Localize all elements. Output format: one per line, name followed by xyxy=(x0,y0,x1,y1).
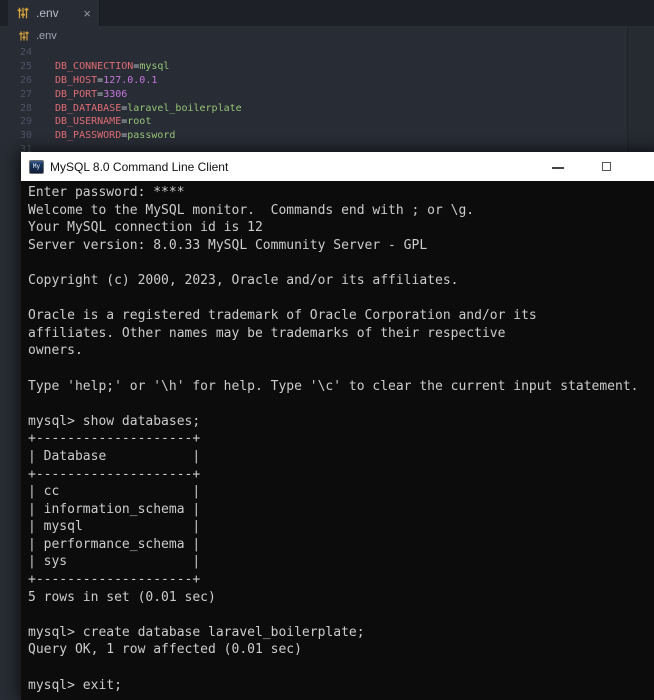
window-title: MySQL 8.0 Command Line Client xyxy=(50,160,228,174)
breadcrumb[interactable]: .env xyxy=(0,26,654,46)
code-text: DB_PASSWORD=password xyxy=(55,130,175,141)
line-number: 25 xyxy=(0,61,32,72)
code-text: DB_HOST=127.0.0.1 xyxy=(55,75,157,86)
terminal-line: Type 'help;' or '\h' for help. Type '\c'… xyxy=(28,379,654,397)
terminal-line xyxy=(28,607,654,625)
terminal-line: mysql> create database laravel_boilerpla… xyxy=(28,625,654,643)
terminal-line xyxy=(28,396,654,414)
mysql-titlebar[interactable]: My MySQL 8.0 Command Line Client xyxy=(21,152,654,181)
code-line: 27 DB_PORT=3306 xyxy=(0,87,627,101)
code-text: DB_DATABASE=laravel_boilerplate xyxy=(55,103,242,114)
terminal-line: | sys | xyxy=(28,554,654,572)
code-text: DB_PORT=3306 xyxy=(55,89,127,100)
code-line: 24 xyxy=(0,46,627,60)
terminal-line: Copyright (c) 2000, 2023, Oracle and/or … xyxy=(28,273,654,291)
terminal-line xyxy=(28,361,654,379)
breadcrumb-label: .env xyxy=(36,30,57,42)
line-number: 30 xyxy=(0,130,32,141)
code-line: 29 DB_USERNAME=root xyxy=(0,115,627,129)
terminal-line: | mysql | xyxy=(28,519,654,537)
line-number: 27 xyxy=(0,89,32,100)
minimize-icon[interactable] xyxy=(552,167,564,169)
terminal-line: | cc | xyxy=(28,484,654,502)
terminal-line: Welcome to the MySQL monitor. Commands e… xyxy=(28,203,654,221)
terminal-output[interactable]: Enter password: ****Welcome to the MySQL… xyxy=(21,181,654,700)
terminal-line: | information_schema | xyxy=(28,502,654,520)
terminal-line xyxy=(28,660,654,678)
tab-env[interactable]: .env × xyxy=(8,0,100,26)
code-line: 30 DB_PASSWORD=password xyxy=(0,129,627,143)
terminal-line: +--------------------+ xyxy=(28,572,654,590)
terminal-line xyxy=(28,255,654,273)
line-number: 28 xyxy=(0,103,32,114)
terminal-line: | performance_schema | xyxy=(28,537,654,555)
code-line: 25 DB_CONNECTION=mysql xyxy=(0,60,627,74)
terminal-line: Oracle is a registered trademark of Orac… xyxy=(28,308,654,326)
terminal-line: mysql> show databases; xyxy=(28,414,654,432)
code-text: DB_CONNECTION=mysql xyxy=(55,61,169,72)
tab-close-icon[interactable]: × xyxy=(83,7,91,20)
maximize-icon[interactable] xyxy=(602,162,611,171)
terminal-line: Query OK, 1 row affected (0.01 sec) xyxy=(28,642,654,660)
code-text: DB_USERNAME=root xyxy=(55,116,151,127)
terminal-line: +--------------------+ xyxy=(28,431,654,449)
terminal-line: affiliates. Other names may be trademark… xyxy=(28,326,654,344)
terminal-line: +--------------------+ xyxy=(28,467,654,485)
terminal-line: owners. xyxy=(28,343,654,361)
code-line: 26 DB_HOST=127.0.0.1 xyxy=(0,74,627,88)
line-number: 24 xyxy=(0,47,32,58)
terminal-line: 5 rows in set (0.01 sec) xyxy=(28,590,654,608)
line-number: 26 xyxy=(0,75,32,86)
line-number: 29 xyxy=(0,116,32,127)
terminal-line: mysql> exit; xyxy=(28,678,654,696)
editor-tab-bar: .env × xyxy=(0,0,654,26)
mysql-console-icon: My xyxy=(29,160,44,174)
breadcrumb-env-icon xyxy=(18,30,30,42)
terminal-line: Enter password: **** xyxy=(28,185,654,203)
code-lines[interactable]: 24 25 DB_CONNECTION=mysql 26 DB_HOST=127.0.0… xyxy=(0,46,627,156)
tab-label: .env xyxy=(36,6,83,20)
mysql-window: My MySQL 8.0 Command Line Client Enter p… xyxy=(21,152,654,700)
terminal-line: | Database | xyxy=(28,449,654,467)
terminal-line: Your MySQL connection id is 12 xyxy=(28,220,654,238)
code-line: 28 DB_DATABASE=laravel_boilerplate xyxy=(0,101,627,115)
terminal-line xyxy=(28,291,654,309)
terminal-line: Server version: 8.0.33 MySQL Community S… xyxy=(28,238,654,256)
env-sliders-icon xyxy=(16,6,30,20)
